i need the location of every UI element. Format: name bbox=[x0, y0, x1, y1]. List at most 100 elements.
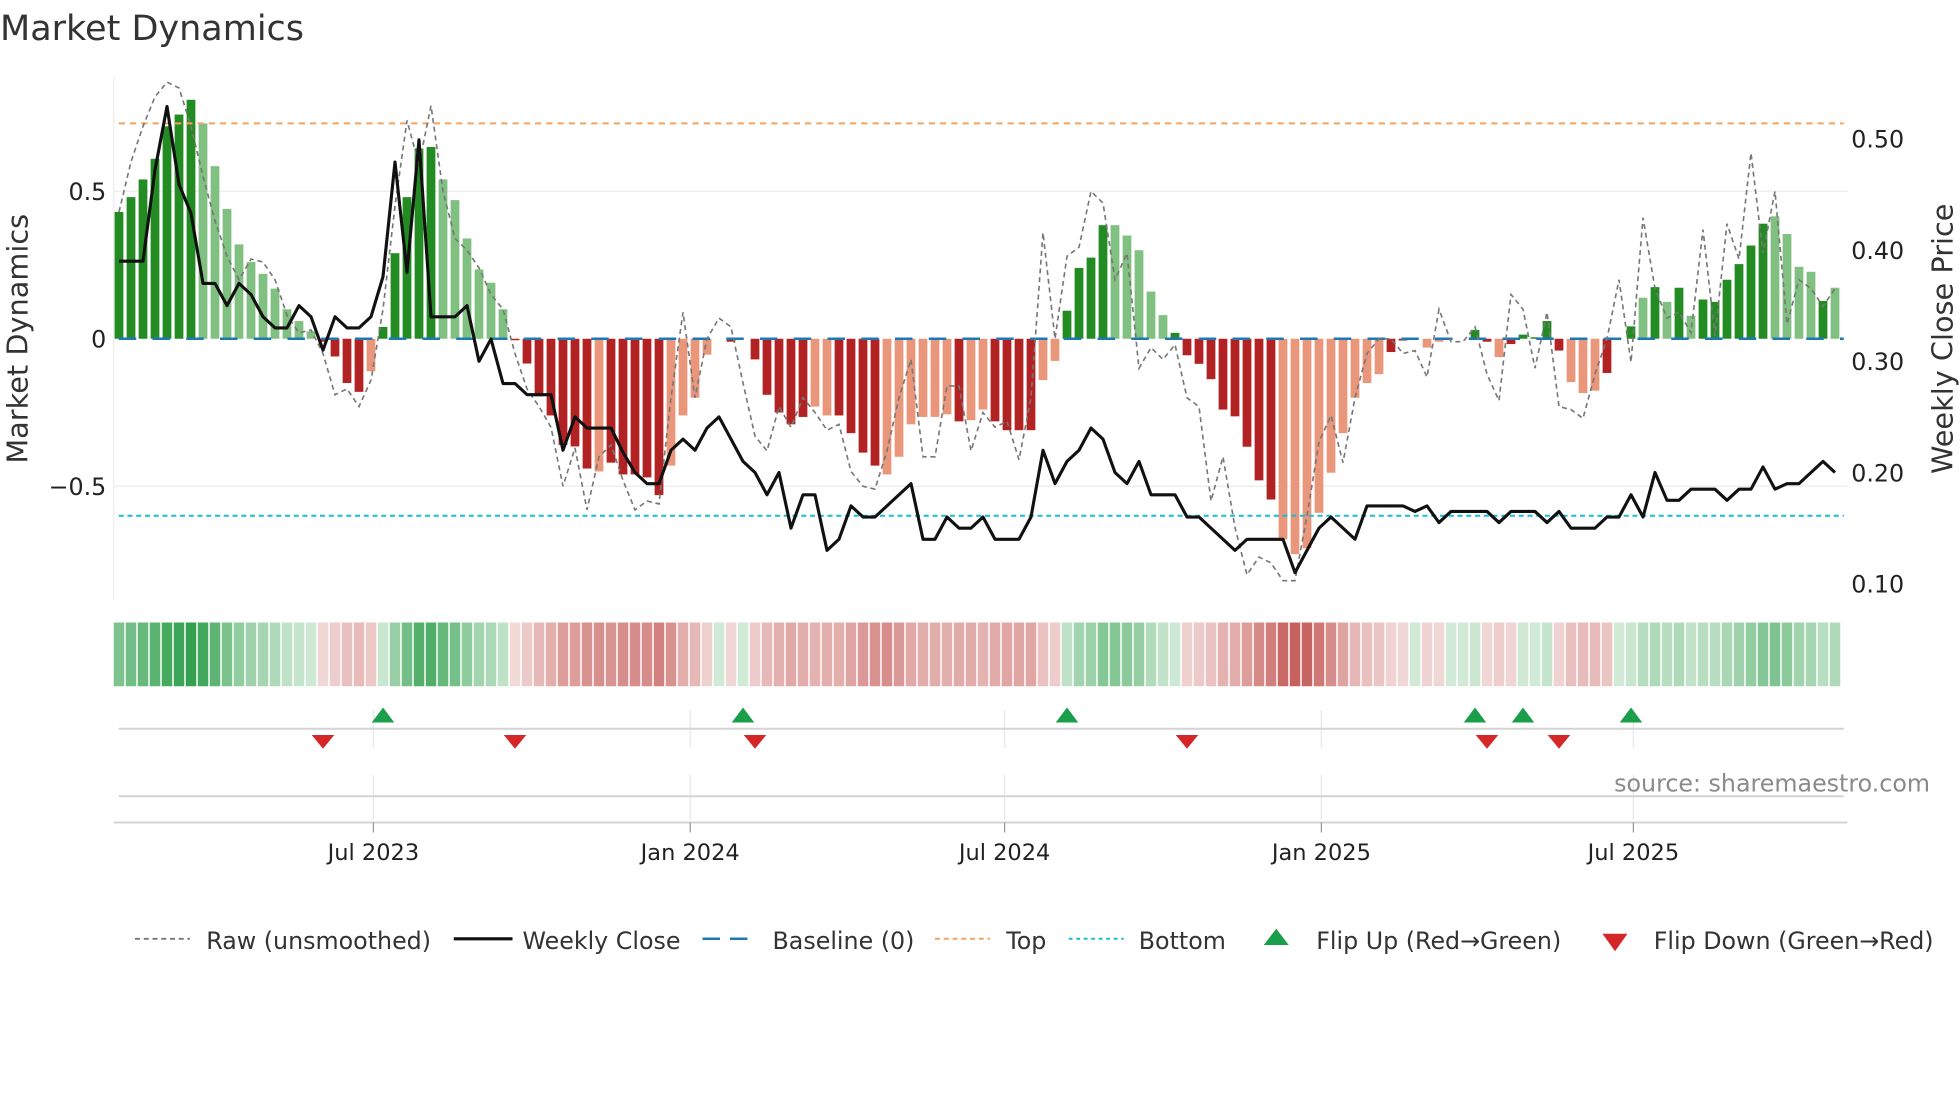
bar bbox=[198, 123, 208, 339]
bar bbox=[114, 211, 124, 339]
strip-cell bbox=[1301, 622, 1313, 687]
strip-cell bbox=[1817, 622, 1829, 687]
bar bbox=[1638, 297, 1648, 339]
x-tick-label: Jul 2025 bbox=[1586, 840, 1680, 866]
y2-tick-label: 0.30 bbox=[1851, 348, 1904, 376]
strip-cell bbox=[1073, 622, 1085, 687]
strip-cell bbox=[1313, 622, 1325, 687]
strip-cell bbox=[617, 622, 629, 687]
strip-cell bbox=[1229, 622, 1241, 687]
strip-cell bbox=[269, 622, 281, 687]
flip-up-marker bbox=[731, 707, 755, 723]
legend-item-bottom: Bottom bbox=[1068, 927, 1226, 955]
legend-flip-down-label: Flip Down (Green→Red) bbox=[1654, 927, 1934, 955]
strip-cell bbox=[1709, 622, 1721, 687]
legend-item-top: Top bbox=[935, 927, 1046, 955]
flip-panel-grid bbox=[372, 710, 1635, 821]
bar bbox=[990, 338, 1000, 422]
strip-cell bbox=[773, 622, 785, 687]
bar bbox=[1134, 250, 1144, 339]
strip-cell bbox=[1589, 622, 1601, 687]
strip-cell bbox=[665, 622, 677, 687]
y-tick-label: −0.5 bbox=[49, 473, 107, 501]
strip-cell bbox=[1637, 622, 1649, 687]
strip-cell bbox=[281, 622, 293, 687]
strip-cell bbox=[1493, 622, 1505, 687]
bar bbox=[294, 321, 304, 339]
strip-cell bbox=[1433, 622, 1445, 687]
strip-cell bbox=[1001, 622, 1013, 687]
strip-cell bbox=[1181, 622, 1193, 687]
y2-tick-label: 0.50 bbox=[1851, 126, 1904, 154]
bar bbox=[1158, 315, 1168, 339]
bar bbox=[1794, 266, 1804, 339]
strip-cell bbox=[965, 622, 977, 687]
bar bbox=[642, 338, 652, 478]
bar bbox=[1734, 264, 1744, 339]
strip-cell bbox=[233, 622, 245, 687]
bar bbox=[1026, 338, 1036, 431]
flip-down-marker bbox=[311, 735, 335, 749]
reference-lines bbox=[118, 122, 1844, 517]
strip-cell bbox=[1025, 622, 1037, 687]
y2-tick-label: 0.20 bbox=[1851, 459, 1904, 487]
strip-cell bbox=[473, 622, 485, 687]
bar bbox=[1218, 338, 1228, 410]
strip-cell bbox=[1085, 622, 1097, 687]
strip-cell bbox=[821, 622, 833, 687]
strip-cell bbox=[329, 622, 341, 687]
strip-cell bbox=[1769, 622, 1781, 687]
flip-up-marker bbox=[1511, 707, 1535, 723]
strip-cell bbox=[1625, 622, 1637, 687]
strip-cell bbox=[1253, 622, 1265, 687]
y2-tick-label: 0.10 bbox=[1851, 571, 1904, 599]
legend-close-label: Weekly Close bbox=[523, 927, 681, 955]
strip-cell bbox=[677, 622, 689, 687]
bar bbox=[1110, 225, 1120, 339]
strip-cell bbox=[1217, 622, 1229, 687]
legend-item-flip-down: Flip Down (Green→Red) bbox=[1602, 927, 1934, 955]
strip-cell bbox=[977, 622, 989, 687]
strip-cell bbox=[1013, 622, 1025, 687]
strip-cell bbox=[149, 622, 161, 687]
bar bbox=[834, 338, 844, 416]
strip-cell bbox=[1121, 622, 1133, 687]
bar bbox=[822, 338, 832, 416]
x-tick-label: Jan 2024 bbox=[639, 840, 740, 866]
strip-cell bbox=[317, 622, 329, 687]
bar bbox=[1662, 301, 1672, 339]
bar bbox=[942, 338, 952, 415]
y-tick-label: 0 bbox=[91, 326, 106, 354]
bar bbox=[786, 338, 796, 425]
strip-cell bbox=[929, 622, 941, 687]
strip-cell bbox=[1457, 622, 1469, 687]
flip-down-marker bbox=[1475, 735, 1499, 749]
strip-cell bbox=[1745, 622, 1757, 687]
strip-cell bbox=[833, 622, 845, 687]
market-dynamics-chart: Market Dynamics 0.50−0.5 0.500.400.300.2… bbox=[0, 9, 1960, 955]
strip-cell bbox=[1529, 622, 1541, 687]
flip-down-marker bbox=[503, 735, 527, 749]
strip-cell bbox=[1337, 622, 1349, 687]
bar bbox=[258, 273, 268, 339]
bar bbox=[978, 338, 988, 410]
strip-cell bbox=[1409, 622, 1421, 687]
flip-up-marker bbox=[1463, 707, 1487, 723]
y-tick-label: 0.5 bbox=[68, 178, 106, 206]
strip-cell bbox=[941, 622, 953, 687]
strip-cell bbox=[1385, 622, 1397, 687]
bar bbox=[1554, 338, 1564, 351]
bar bbox=[1806, 271, 1816, 339]
bar bbox=[1206, 338, 1216, 380]
line-series bbox=[118, 81, 1837, 582]
heat-strip bbox=[113, 622, 1841, 687]
strip-cell bbox=[761, 622, 773, 687]
strip-cell bbox=[917, 622, 929, 687]
y2-tick-label: 0.40 bbox=[1851, 237, 1904, 265]
bar bbox=[678, 338, 688, 416]
strip-cell bbox=[1553, 622, 1565, 687]
triangle-up-icon bbox=[1263, 928, 1289, 945]
strip-cell bbox=[785, 622, 797, 687]
bar bbox=[966, 338, 976, 421]
strip-cell bbox=[197, 622, 209, 687]
